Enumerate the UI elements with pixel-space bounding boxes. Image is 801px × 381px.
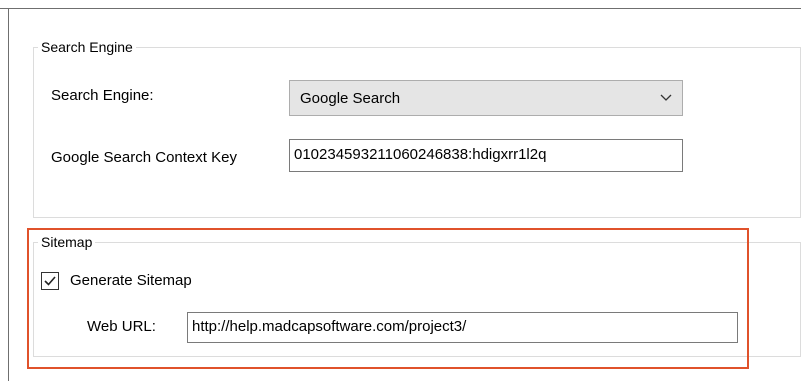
google-search-context-key-input[interactable]: 010234593211060246838:hdigxrr1l2q — [289, 139, 683, 172]
dialog-panel: Search Engine Search Engine: Google Sear… — [0, 0, 801, 381]
sitemap-highlight-box — [27, 228, 749, 369]
search-engine-dropdown[interactable]: Google Search — [289, 80, 683, 116]
google-search-context-key-label: Google Search Context Key — [51, 149, 237, 166]
google-search-context-key-value: 010234593211060246838:hdigxrr1l2q — [294, 146, 547, 163]
panel-left-border — [8, 8, 9, 381]
search-engine-label: Search Engine: — [51, 87, 154, 104]
chevron-down-icon — [660, 94, 672, 101]
search-engine-group-legend: Search Engine — [38, 39, 136, 55]
search-engine-group — [33, 47, 801, 218]
panel-top-border — [0, 8, 801, 9]
search-engine-dropdown-value: Google Search — [300, 90, 401, 107]
